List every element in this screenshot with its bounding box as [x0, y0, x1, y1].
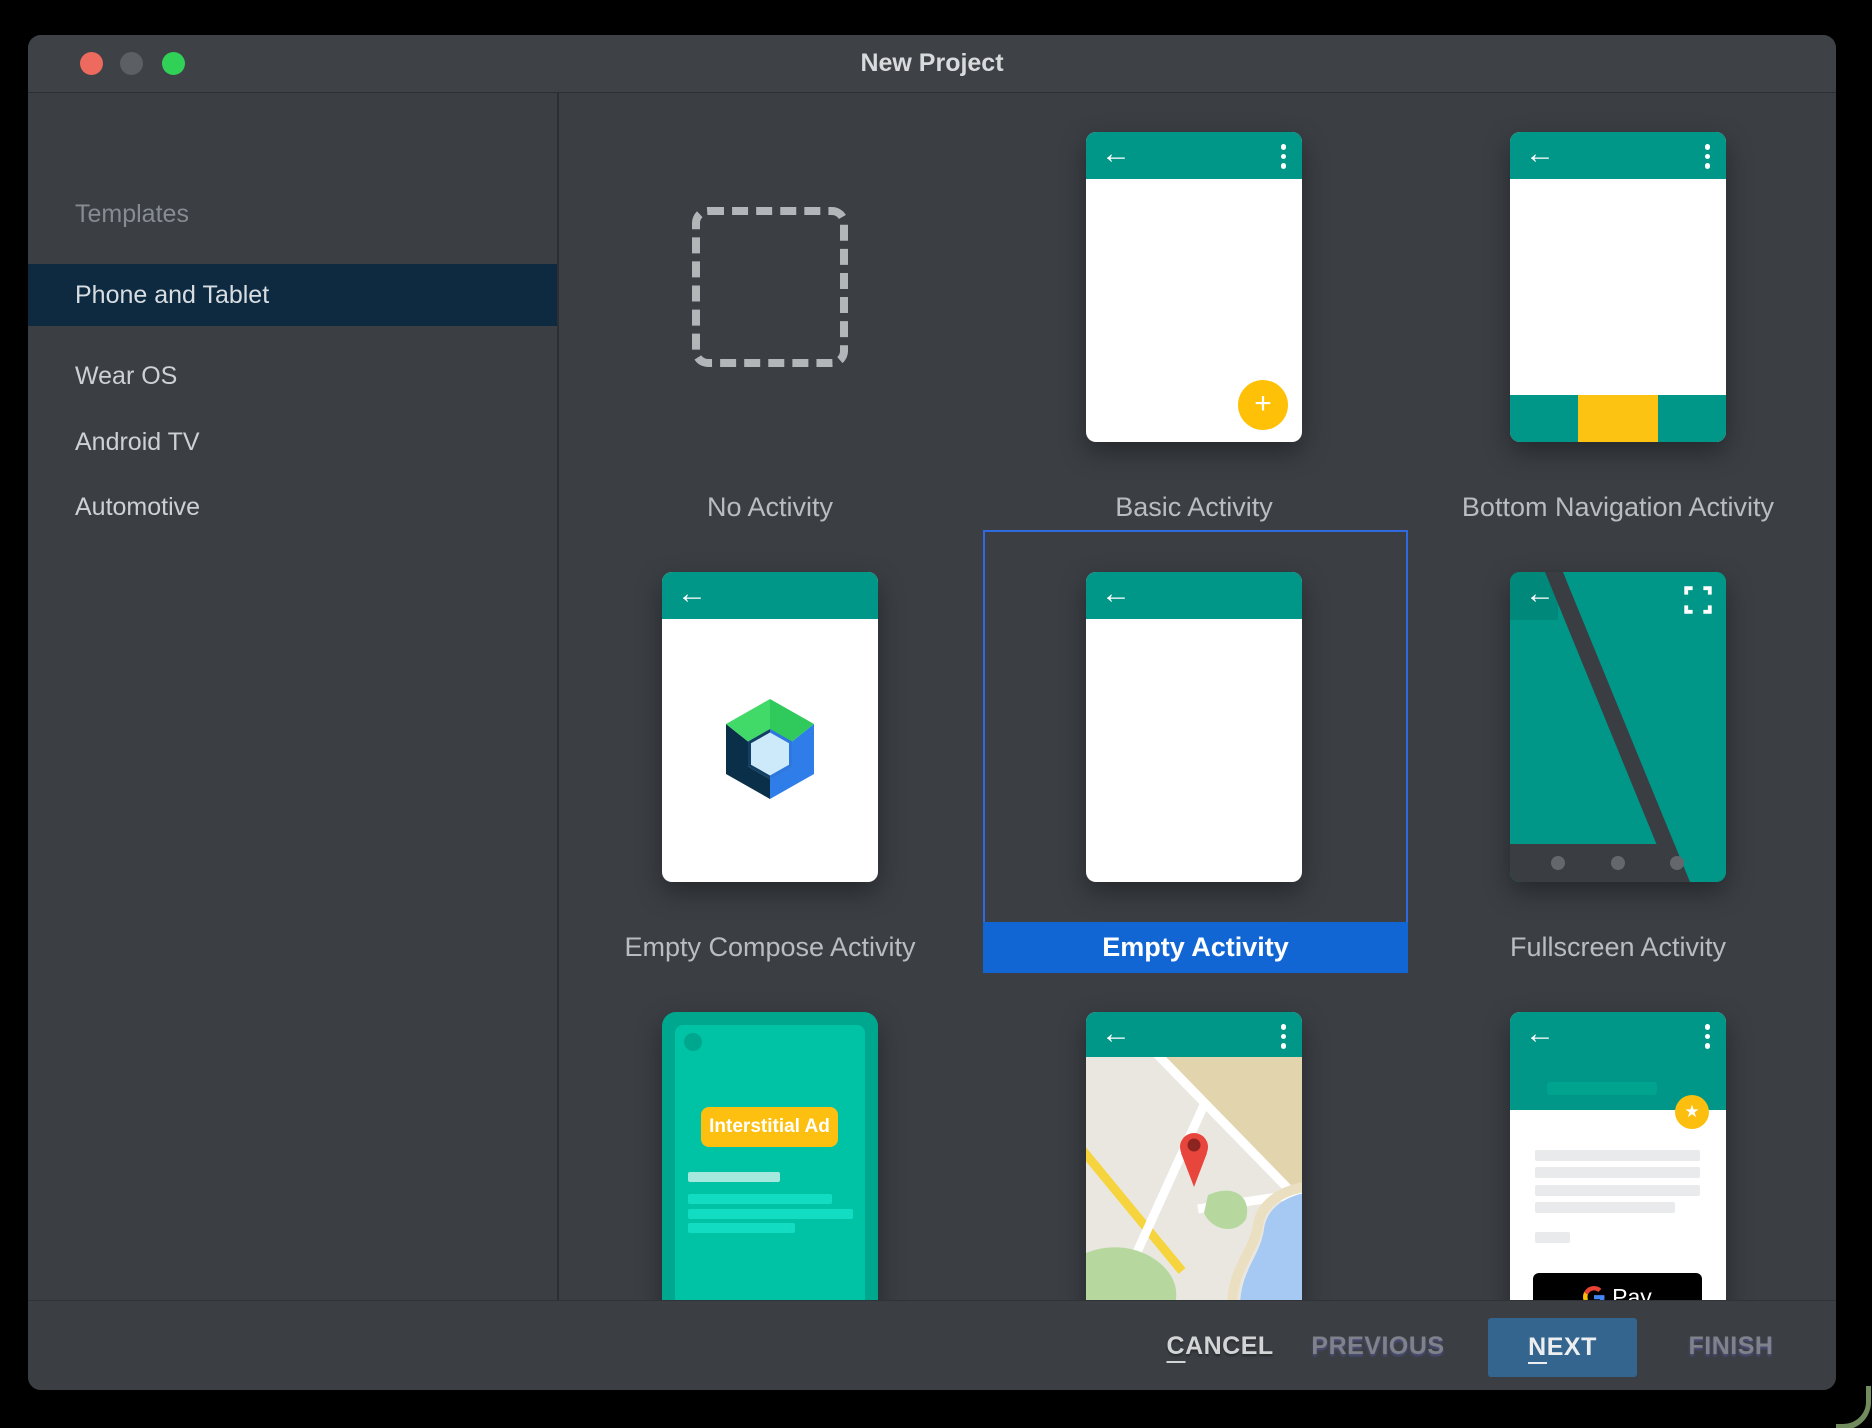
- back-arrow-icon: ←: [1525, 137, 1555, 170]
- template-no-activity-preview[interactable]: [692, 207, 848, 367]
- back-arrow-icon: ←: [677, 577, 707, 610]
- preview-appbar: ←: [1086, 1012, 1302, 1057]
- star-fab-icon: ★: [1675, 1095, 1709, 1129]
- template-google-maps-preview[interactable]: ←: [1086, 1012, 1302, 1300]
- interstitial-ad-button: Interstitial Ad: [701, 1107, 838, 1147]
- google-g-icon: [1583, 1286, 1605, 1300]
- placeholder-line: [1535, 1185, 1700, 1196]
- dialog-button-bar: CANCEL PREVIOUS NEXT FINISH: [28, 1300, 1836, 1390]
- sidebar-item-wear-os[interactable]: Wear OS: [28, 345, 557, 407]
- back-arrow-icon: ←: [1101, 577, 1131, 610]
- template-caption[interactable]: Fullscreen Activity: [1358, 932, 1836, 963]
- sidebar-item-label: Wear OS: [75, 362, 178, 390]
- previous-button[interactable]: PREVIOUS: [1311, 1301, 1444, 1390]
- placeholder-line: [688, 1223, 795, 1233]
- template-fullscreen-preview[interactable]: ←: [1510, 572, 1726, 882]
- jetpack-compose-logo-icon: [726, 699, 814, 799]
- sidebar-item-label: Android TV: [75, 428, 200, 456]
- google-pay-label: Pay: [1612, 1283, 1652, 1301]
- back-arrow-icon: ←: [1525, 577, 1555, 610]
- new-project-dialog: New Project Templates Phone and Tablet W…: [28, 35, 1836, 1390]
- placeholder-line: [688, 1172, 780, 1182]
- overflow-menu-icon: [1704, 144, 1710, 169]
- template-google-pay-preview[interactable]: ← ★ Pay: [1510, 1012, 1726, 1300]
- desktop-corner-artifact: [1836, 1386, 1871, 1428]
- sidebar-header: Templates: [75, 200, 189, 228]
- finish-button[interactable]: FINISH: [1689, 1301, 1774, 1390]
- fullscreen-icon: [1684, 586, 1712, 614]
- titlebar[interactable]: New Project: [28, 35, 1836, 93]
- preview-appbar: ←: [662, 572, 878, 619]
- overflow-menu-icon: [1280, 144, 1286, 169]
- dialog-title: New Project: [860, 49, 1004, 77]
- next-button[interactable]: NEXT: [1488, 1318, 1637, 1377]
- placeholder-line: [1535, 1232, 1570, 1243]
- template-admob-ads-preview[interactable]: Interstitial Ad: [662, 1012, 878, 1300]
- template-caption[interactable]: Bottom Navigation Activity: [1358, 492, 1836, 523]
- placeholder-line: [688, 1194, 832, 1204]
- fullscreen-preview-art: [1510, 572, 1726, 882]
- screenshot-canvas: New Project Templates Phone and Tablet W…: [0, 0, 1872, 1428]
- placeholder-title-bar: [1547, 1082, 1657, 1095]
- placeholder-line: [1535, 1150, 1700, 1161]
- sidebar-item-phone-and-tablet[interactable]: Phone and Tablet: [28, 264, 557, 326]
- template-empty-activity-preview[interactable]: ←: [1086, 572, 1302, 882]
- templates-sidebar: Templates Phone and Tablet Wear OS Andro…: [28, 93, 557, 1299]
- preview-appbar: ←: [1086, 132, 1302, 179]
- sidebar-item-automotive[interactable]: Automotive: [28, 476, 557, 538]
- back-arrow-icon: ←: [1101, 137, 1131, 170]
- template-bottom-navigation-preview[interactable]: ←: [1510, 132, 1726, 442]
- template-caption[interactable]: Empty Compose Activity: [559, 932, 1030, 963]
- sidebar-item-label: Phone and Tablet: [75, 281, 270, 309]
- preview-appbar: ←: [1510, 132, 1726, 179]
- camera-dot-icon: [684, 1033, 702, 1051]
- placeholder-line: [1535, 1167, 1700, 1178]
- cancel-button[interactable]: CANCEL: [1166, 1301, 1273, 1390]
- google-pay-button: Pay: [1533, 1273, 1702, 1300]
- template-empty-compose-preview[interactable]: ←: [662, 572, 878, 882]
- preview-bottom-nav: [1510, 395, 1726, 442]
- back-arrow-icon: ←: [1525, 1017, 1555, 1050]
- overflow-menu-icon: [1280, 1024, 1286, 1049]
- placeholder-line: [1535, 1202, 1675, 1213]
- ads-preview-screen: Interstitial Ad: [675, 1025, 865, 1300]
- overflow-menu-icon: [1704, 1024, 1710, 1049]
- placeholder-line: [688, 1209, 853, 1219]
- bottom-nav-selected-tab: [1578, 395, 1658, 442]
- sidebar-item-label: Automotive: [75, 493, 201, 521]
- template-grid: No Activity ← + Basic Activity ← Bottom …: [559, 92, 1836, 1300]
- sidebar-item-android-tv[interactable]: Android TV: [28, 411, 557, 473]
- template-basic-activity-preview[interactable]: ← +: [1086, 132, 1302, 442]
- map-preview-art: [1086, 1057, 1302, 1300]
- selected-template-label[interactable]: Empty Activity: [983, 922, 1408, 973]
- preview-appbar: ←: [1086, 572, 1302, 619]
- fab-plus-icon: +: [1238, 380, 1288, 430]
- back-arrow-icon: ←: [1101, 1017, 1131, 1050]
